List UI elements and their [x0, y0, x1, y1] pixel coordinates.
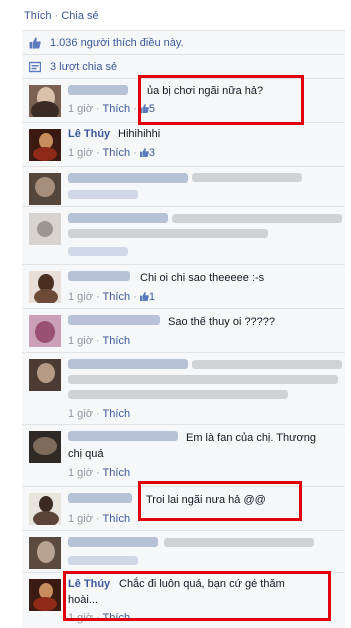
- blurred-author-name[interactable]: [68, 431, 178, 441]
- share-post-link[interactable]: Chia sẻ: [61, 10, 98, 22]
- comment-time[interactable]: 1 giờ: [68, 513, 93, 525]
- comment-item: 1 giờ · Thích: [22, 352, 345, 424]
- actions-separator: ·: [54, 10, 59, 22]
- blurred-comment-text: [68, 375, 338, 384]
- small-like-icon: [139, 148, 149, 157]
- comment-meta: 1 giờ · Thích: [68, 408, 131, 420]
- blurred-author-name[interactable]: [68, 315, 160, 325]
- highlight-box: [138, 481, 302, 521]
- comment-item: [22, 166, 345, 206]
- post-actions-bar: Thích · Chia sẻ: [0, 0, 351, 30]
- comment-author-name[interactable]: Lê Thúy: [68, 128, 110, 140]
- comment-item: Chi oi chi sao theeeee :-s 1 giờ · Thích…: [22, 264, 345, 308]
- comment-time[interactable]: 1 giờ: [68, 147, 93, 159]
- thumbs-up-icon: [29, 37, 41, 49]
- like-post-link[interactable]: Thích: [24, 10, 52, 22]
- blurred-author-name[interactable]: [68, 213, 168, 223]
- comment-item: Lê Thúy Hihihihhi 1 giờ · Thích · 3: [22, 122, 345, 166]
- comment-time[interactable]: 1 giờ: [68, 408, 93, 420]
- avatar[interactable]: [29, 173, 61, 205]
- blurred-comment-meta: [68, 190, 138, 199]
- comment-meta: 1 giờ · Thích · 3: [68, 147, 155, 159]
- comment-item: Em là fan của chị. Thương chị quá 1 giờ …: [22, 424, 345, 486]
- comment-like-link[interactable]: Thích: [103, 408, 131, 420]
- comment-time[interactable]: 1 giờ: [68, 103, 93, 115]
- avatar[interactable]: [29, 359, 61, 391]
- comment-text: Em là fan của chị. Thương: [186, 432, 316, 444]
- blurred-author-name[interactable]: [68, 173, 188, 183]
- comment-time[interactable]: 1 giờ: [68, 467, 93, 479]
- comment-like-link[interactable]: Thích: [103, 335, 131, 347]
- blurred-comment-text: [68, 390, 288, 399]
- comment-meta: 1 giờ · Thích: [68, 467, 131, 479]
- post-actions: Thích · Chia sẻ: [24, 10, 99, 22]
- comment-item: Sao thế thuy oi ????? 1 giờ · Thích: [22, 308, 345, 352]
- comment-like-link[interactable]: Thích: [103, 513, 131, 525]
- highlight-box: [63, 571, 331, 621]
- blurred-comment-meta: [68, 247, 128, 256]
- blurred-comment-meta: [68, 556, 138, 565]
- likes-summary-row: 1.036 người thích điều này.: [22, 30, 345, 54]
- comment-like-link[interactable]: Thích: [103, 103, 131, 115]
- comment-time[interactable]: 1 giờ: [68, 291, 93, 303]
- comment-like-link[interactable]: Thích: [103, 467, 131, 479]
- blurred-comment-text: [172, 214, 342, 223]
- comment-text: Hihihihhi: [118, 128, 161, 140]
- share-icon: [29, 61, 41, 73]
- comment-like-link[interactable]: Thích: [103, 291, 131, 303]
- comment-meta: 1 giờ · Thích: [68, 335, 131, 347]
- blurred-author-name[interactable]: [68, 85, 128, 95]
- avatar[interactable]: [29, 213, 61, 245]
- blurred-comment-text: [192, 173, 302, 182]
- comment-item: [22, 530, 345, 572]
- avatar[interactable]: [29, 579, 61, 611]
- comment-likes-count[interactable]: 3: [139, 147, 155, 159]
- blurred-comment-text: [192, 360, 342, 369]
- blurred-author-name[interactable]: [68, 359, 188, 369]
- avatar[interactable]: [29, 271, 61, 303]
- likes-count-link[interactable]: 1.036 người thích điều này.: [50, 37, 184, 49]
- blurred-author-name[interactable]: [68, 537, 158, 547]
- highlight-box: [138, 75, 304, 125]
- blurred-author-name[interactable]: [68, 493, 132, 503]
- comment-time[interactable]: 1 giờ: [68, 335, 93, 347]
- avatar[interactable]: [29, 129, 61, 161]
- comment-text: Sao thế thuy oi ?????: [168, 316, 276, 328]
- comment-text: chị quá: [68, 448, 104, 460]
- avatar[interactable]: [29, 431, 61, 463]
- comment-meta: 1 giờ · Thích: [68, 513, 131, 525]
- avatar[interactable]: [29, 537, 61, 569]
- comment-meta: 1 giờ · Thích · 1: [68, 291, 155, 303]
- comment-text: Chi oi chi sao theeeee :-s: [140, 272, 265, 284]
- blurred-comment-text: [164, 538, 314, 547]
- shares-count-link[interactable]: 3 lượt chia sẻ: [50, 61, 117, 73]
- avatar[interactable]: [29, 85, 61, 117]
- small-like-icon: [139, 292, 149, 301]
- blurred-comment-text: [68, 229, 268, 238]
- avatar[interactable]: [29, 315, 61, 347]
- avatar[interactable]: [29, 493, 61, 525]
- comment-like-link[interactable]: Thích: [103, 147, 131, 159]
- comment-likes-count[interactable]: 1: [139, 291, 155, 303]
- comment-item: [22, 206, 345, 264]
- blurred-author-name[interactable]: [68, 271, 130, 281]
